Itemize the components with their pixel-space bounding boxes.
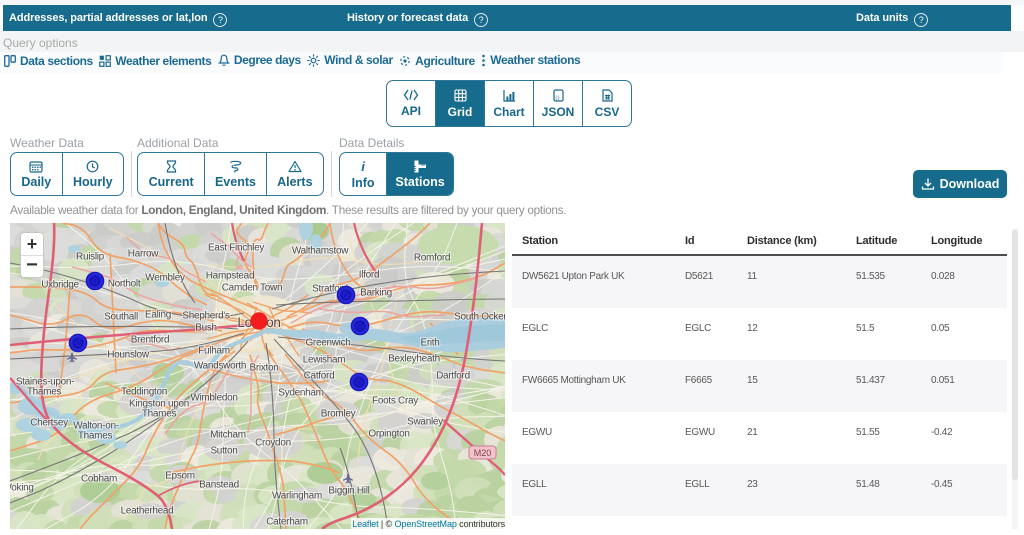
svg-text:Camden Town: Camden Town — [222, 283, 282, 294]
svg-text:Barking: Barking — [360, 288, 392, 299]
svg-text:Ilford: Ilford — [359, 270, 379, 281]
svg-text:Brixton: Brixton — [249, 363, 278, 374]
svg-text:Walthamstow: Walthamstow — [292, 246, 349, 257]
svg-text:Wembley: Wembley — [145, 273, 185, 284]
svg-text:Brentford: Brentford — [131, 335, 169, 346]
svg-text:Shepherd's: Shepherd's — [182, 311, 230, 322]
svg-text:Hounslow: Hounslow — [107, 350, 150, 361]
svg-text:Leatherhead: Leatherhead — [121, 506, 174, 517]
svg-text:Southall: Southall — [104, 312, 138, 323]
svg-text:Wimbledon: Wimbledon — [190, 393, 237, 404]
svg-text:Biggin Hill: Biggin Hill — [328, 486, 369, 497]
svg-text:Cobham: Cobham — [81, 474, 117, 485]
svg-text:Sydenham: Sydenham — [278, 388, 323, 399]
svg-text:East Finchley: East Finchley — [208, 243, 264, 254]
svg-text:Banstead: Banstead — [199, 480, 239, 491]
svg-text:Caterham: Caterham — [266, 517, 308, 528]
svg-text:Lewisham: Lewisham — [303, 355, 346, 366]
svg-text:Greenwich: Greenwich — [305, 338, 350, 349]
svg-text:M20: M20 — [474, 448, 492, 458]
svg-text:Woking: Woking — [10, 483, 34, 494]
svg-text:Ruislip: Ruislip — [76, 252, 105, 263]
svg-text:Thames: Thames — [78, 431, 113, 442]
svg-text:Uxbridge: Uxbridge — [41, 280, 79, 291]
svg-text:{;}: {;} — [555, 95, 560, 100]
svg-text:Hampstead: Hampstead — [206, 271, 254, 282]
svg-text:Dartford: Dartford — [436, 371, 470, 382]
svg-text:Sutton: Sutton — [210, 446, 237, 457]
svg-text:Chertsey: Chertsey — [30, 418, 68, 429]
svg-text:Epsom: Epsom — [165, 471, 195, 482]
svg-text:Ealing: Ealing — [145, 310, 171, 321]
svg-text:Catford: Catford — [304, 371, 335, 382]
svg-text:Thames: Thames — [142, 409, 177, 420]
svg-text:Thames: Thames — [27, 387, 62, 398]
svg-text:Harrow: Harrow — [128, 249, 160, 260]
svg-text:Bexleyheath: Bexleyheath — [388, 354, 440, 365]
svg-text:Erith: Erith — [420, 338, 439, 349]
svg-text:Orpington: Orpington — [368, 429, 409, 440]
svg-text:Swanley: Swanley — [407, 417, 443, 428]
svg-text:Mitcham: Mitcham — [210, 430, 246, 441]
svg-text:Wandsworth: Wandsworth — [194, 361, 246, 372]
svg-text:Croydon: Croydon — [255, 438, 291, 449]
svg-text:Fulham: Fulham — [198, 346, 230, 357]
svg-text:Bush: Bush — [195, 323, 217, 334]
svg-text:Warlingham: Warlingham — [272, 491, 322, 502]
svg-text:Northolt: Northolt — [108, 279, 141, 290]
svg-text:Teddington: Teddington — [121, 387, 167, 398]
svg-text:Romford: Romford — [414, 253, 450, 264]
svg-text:Bromley: Bromley — [321, 409, 356, 420]
svg-text:South Ockend: South Ockend — [454, 312, 505, 323]
svg-text:Foots Cray: Foots Cray — [372, 396, 418, 407]
